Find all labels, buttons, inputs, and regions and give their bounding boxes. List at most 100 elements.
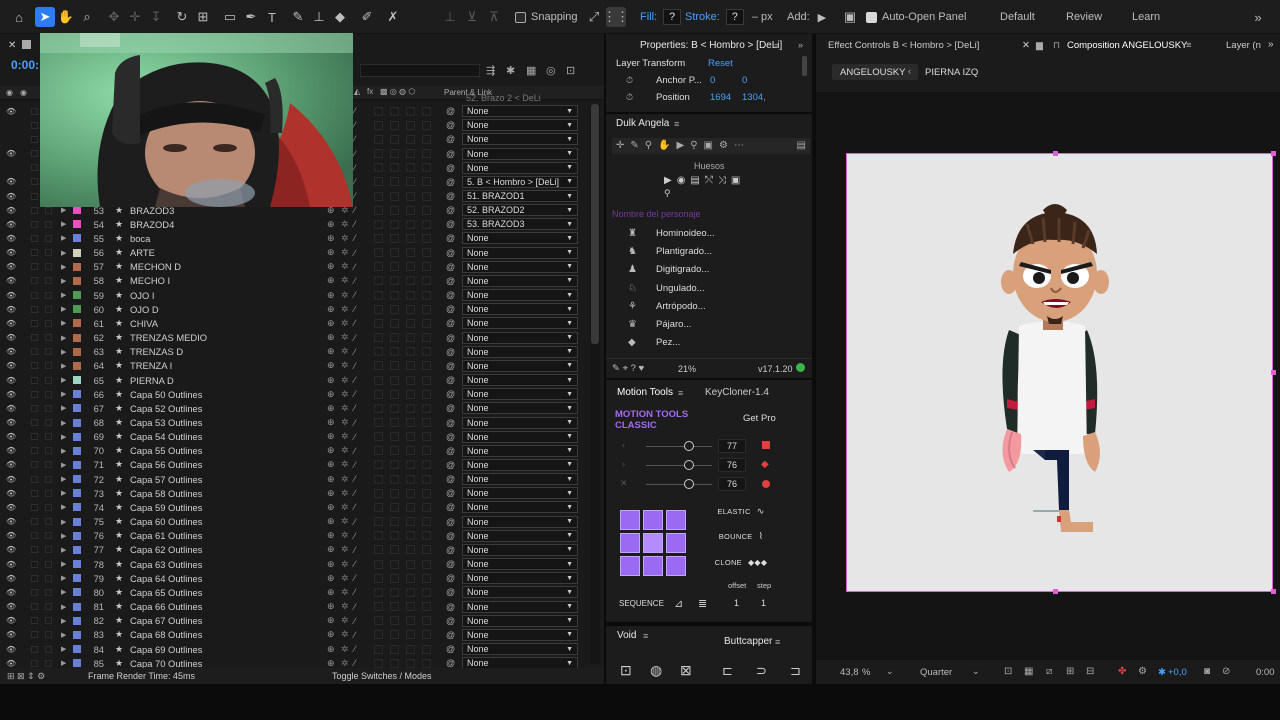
adjustment-switch[interactable] <box>422 333 431 343</box>
visibility-eye-icon[interactable]: 👁 <box>6 319 16 328</box>
layer-name[interactable]: Capa 60 Outlines <box>130 516 202 527</box>
effect-switch[interactable] <box>374 120 383 130</box>
label-color-swatch[interactable] <box>73 262 81 271</box>
stroke-control[interactable]: Stroke: ? – px <box>685 7 773 27</box>
frame-blend-switch[interactable] <box>390 630 399 640</box>
quality-switch-icon[interactable]: ⁄ <box>354 318 356 328</box>
table-row[interactable]: 👁 ▶ 72 ★ Capa 57 Outlines ⊕ ✲ ⁄ @ None ▼ <box>0 472 590 486</box>
label-color-swatch[interactable] <box>73 503 81 512</box>
lock-toggle[interactable] <box>31 319 38 327</box>
collapse-switch-icon[interactable]: ✲ <box>341 629 349 640</box>
frame-blend-switch[interactable] <box>390 474 399 484</box>
pick-whip-icon[interactable]: @ <box>446 304 455 314</box>
shy-switch-icon[interactable]: ⊕ <box>327 360 335 371</box>
pick-whip-icon[interactable]: @ <box>446 531 455 541</box>
visibility-eye-icon[interactable]: 👁 <box>6 220 16 229</box>
lock-toggle[interactable] <box>31 503 38 511</box>
frame-blend-switch[interactable] <box>390 248 399 258</box>
shy-switch-icon[interactable]: ⊕ <box>327 629 335 640</box>
layer-name[interactable]: Capa 57 Outlines <box>130 474 202 485</box>
table-row[interactable]: 👁 ▶ 66 ★ Capa 50 Outlines ⊕ ✲ ⁄ @ None ▼ <box>0 387 590 401</box>
ease-out-slider[interactable] <box>646 460 712 470</box>
toggle-switches-modes[interactable]: Toggle Switches / Modes <box>332 671 432 681</box>
motion-blur-switch[interactable] <box>406 333 415 343</box>
motion-blur-switch[interactable] <box>406 389 415 399</box>
lock-toggle[interactable] <box>31 645 38 653</box>
expand-arrow-icon[interactable]: ▶ <box>61 433 66 441</box>
visibility-eye-icon[interactable]: 👁 <box>6 574 16 583</box>
motion-blur-switch[interactable] <box>406 177 415 187</box>
layer-name[interactable]: OJO I <box>130 290 154 301</box>
quality-switch-icon[interactable]: ⁄ <box>354 502 356 512</box>
motion-blur-icon[interactable]: ◎ <box>546 64 556 77</box>
anchor-top-center[interactable] <box>643 510 663 530</box>
collapse-switch-icon[interactable]: ✲ <box>341 233 349 244</box>
tab-keycloner[interactable]: KeyCloner-1.4 <box>705 387 769 398</box>
comp-breadcrumb-active[interactable]: ANGELOUSKY ‹ <box>832 64 918 80</box>
pick-whip-icon[interactable]: @ <box>446 587 455 597</box>
pick-whip-icon[interactable]: @ <box>446 502 455 512</box>
round-cap-icon[interactable]: ⊃ <box>756 663 767 679</box>
quality-switch-icon[interactable]: ⁄ <box>354 403 356 413</box>
lock-toggle[interactable] <box>31 263 38 271</box>
frame-blend-switch[interactable] <box>390 191 399 201</box>
quality-switch-icon[interactable]: ⁄ <box>354 177 356 187</box>
frame-blend-switch[interactable] <box>390 432 399 442</box>
visibility-eye-icon[interactable]: 👁 <box>6 446 16 455</box>
effect-switch[interactable] <box>374 191 383 201</box>
visibility-eye-icon[interactable]: 👁 <box>6 333 16 342</box>
expand-arrow-icon[interactable]: ▶ <box>61 305 66 313</box>
character-type-item[interactable]: ◆ Pez... <box>628 337 680 348</box>
adjustment-switch[interactable] <box>422 347 431 357</box>
collapse-switch-icon[interactable]: ✲ <box>341 587 349 598</box>
parent-dropdown[interactable]: None ▼ <box>462 487 578 500</box>
table-row[interactable]: 👁 ▶ 76 ★ Capa 61 Outlines ⊕ ✲ ⁄ @ None ▼ <box>0 529 590 543</box>
solo-toggle[interactable] <box>45 362 52 370</box>
adjustment-switch[interactable] <box>422 460 431 470</box>
visibility-eye-icon[interactable]: 👁 <box>6 503 16 512</box>
label-color-swatch[interactable] <box>73 276 81 285</box>
layer-name[interactable]: MECHON D <box>130 261 181 272</box>
layer-name[interactable]: TRENZAS MEDIO <box>130 332 207 343</box>
pick-whip-icon[interactable]: @ <box>446 318 455 328</box>
quality-switch-icon[interactable]: ⁄ <box>354 191 356 201</box>
butt-cap-icon[interactable]: ⊏ <box>722 663 733 679</box>
adjustment-switch[interactable] <box>422 474 431 484</box>
solo-toggle[interactable] <box>45 447 52 455</box>
stroke-swatch[interactable]: ? <box>725 9 744 25</box>
quality-switch-icon[interactable]: ⁄ <box>354 488 356 498</box>
motion-blur-switch[interactable] <box>406 347 415 357</box>
bone-pin-icon[interactable]: ⚲ <box>664 188 671 199</box>
visibility-eye-icon[interactable]: 👁 <box>6 390 16 399</box>
collapse-switch-icon[interactable]: ✲ <box>341 290 349 301</box>
sequence-button[interactable]: SEQUENCE <box>619 599 664 608</box>
table-row[interactable]: 👁 ▶ 83 ★ Capa 68 Outlines ⊕ ✲ ⁄ @ None ▼ <box>0 628 590 642</box>
solo-toggle[interactable] <box>45 291 52 299</box>
effect-switch[interactable] <box>374 219 383 229</box>
workspace-learn[interactable]: Learn <box>1132 7 1160 27</box>
pick-whip-icon[interactable]: @ <box>446 106 455 116</box>
layer-name[interactable]: Capa 62 Outlines <box>130 544 202 555</box>
visibility-eye-icon[interactable]: 👁 <box>6 361 16 370</box>
canvas-handle-bottom-right[interactable] <box>1271 589 1276 594</box>
fill-swatch[interactable]: ? <box>663 9 682 25</box>
adjustment-switch[interactable] <box>422 587 431 597</box>
elastic-button[interactable]: ELASTIC ∿ <box>704 502 778 520</box>
effect-switch[interactable] <box>374 658 383 668</box>
duik-footer-icons[interactable]: ✎ ⌖ ? ♥ <box>612 363 644 374</box>
parent-dropdown[interactable]: None ▼ <box>462 628 578 641</box>
parent-dropdown[interactable]: None ▼ <box>462 388 578 401</box>
motion-blur-switch[interactable] <box>406 205 415 215</box>
layer-name[interactable]: TRENZA I <box>130 360 172 371</box>
visibility-eye-icon[interactable]: 👁 <box>6 418 16 427</box>
shy-switch-icon[interactable]: ⊕ <box>327 346 335 357</box>
adjustment-switch[interactable] <box>422 630 431 640</box>
anchor-x-value[interactable]: 0 <box>710 75 715 86</box>
rotate-tool-icon[interactable]: ↻ <box>172 7 192 27</box>
visibility-eye-icon[interactable]: 👁 <box>6 177 16 186</box>
effect-switch[interactable] <box>374 502 383 512</box>
visibility-eye-icon[interactable]: 👁 <box>6 531 16 540</box>
pick-whip-icon[interactable]: @ <box>446 446 455 456</box>
layer-name[interactable]: Capa 64 Outlines <box>130 573 202 584</box>
quality-switch-icon[interactable]: ⁄ <box>354 233 356 243</box>
